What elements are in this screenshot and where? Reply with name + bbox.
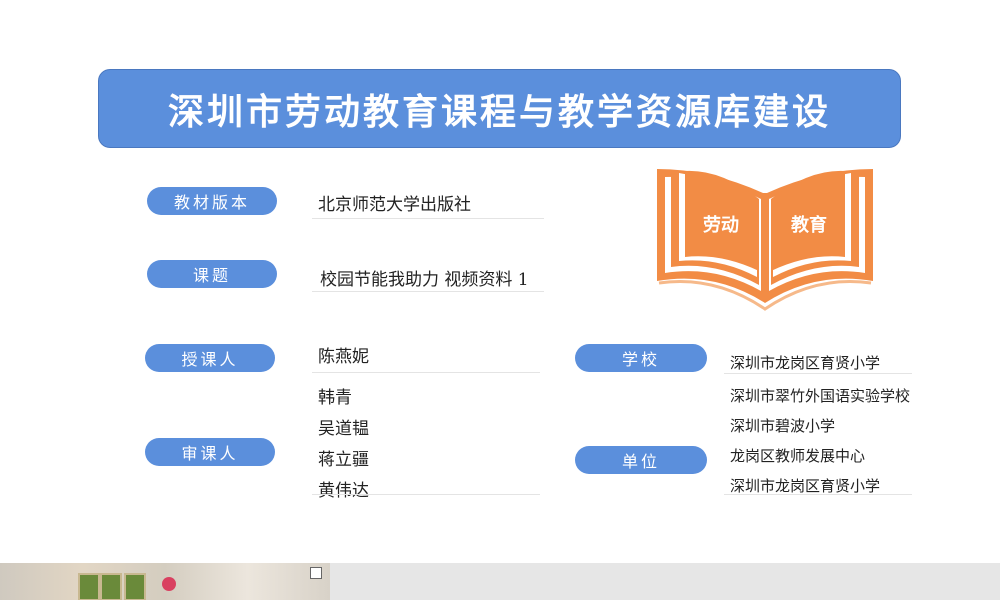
reviewer-name: 黄伟达 (318, 481, 369, 501)
unit-label: 单位 (575, 446, 707, 474)
topic-value: 校园节能我助力 视频资料 1 (320, 270, 529, 290)
school-label: 学校 (575, 344, 707, 372)
unit-name: 深圳市龙岗区育贤小学 (730, 477, 881, 495)
reviewer-underline (312, 494, 540, 495)
book-right-text: 教育 (791, 214, 827, 236)
unit-name: 深圳市碧波小学 (730, 417, 836, 435)
video-thumbnail[interactable] (0, 563, 330, 600)
teacher-label: 授课人 (145, 344, 275, 372)
unit-name: 龙岗区教师发展中心 (730, 447, 866, 465)
plant-decoration (100, 573, 122, 600)
close-icon[interactable] (310, 567, 322, 579)
textbook-underline (312, 218, 544, 219)
reviewer-label: 审课人 (145, 438, 275, 466)
plant-decoration (124, 573, 146, 600)
teacher-value: 陈燕妮 (318, 347, 369, 367)
reviewer-name: 韩青 (318, 388, 352, 408)
reviewer-name: 蒋立疆 (318, 450, 369, 470)
unit-underline (724, 494, 912, 495)
topic-label: 课题 (147, 260, 277, 288)
unit-name: 深圳市翠竹外国语实验学校 (730, 387, 911, 405)
plant-decoration (78, 573, 100, 600)
reviewer-name: 吴道韫 (318, 419, 369, 439)
title-banner: 深圳市劳动教育课程与教学资源库建设 (98, 69, 901, 148)
textbook-label: 教材版本 (147, 187, 277, 215)
textbook-value: 北京师范大学出版社 (318, 195, 471, 215)
sign-decoration (162, 577, 176, 591)
open-book-icon: 劳动 教育 (657, 169, 873, 311)
school-underline (724, 373, 912, 374)
page-title: 深圳市劳动教育课程与教学资源库建设 (167, 90, 831, 133)
school-value: 深圳市龙岗区育贤小学 (730, 354, 881, 372)
teacher-underline (312, 372, 540, 373)
book-left-text: 劳动 (703, 214, 739, 236)
topic-underline (312, 291, 544, 292)
